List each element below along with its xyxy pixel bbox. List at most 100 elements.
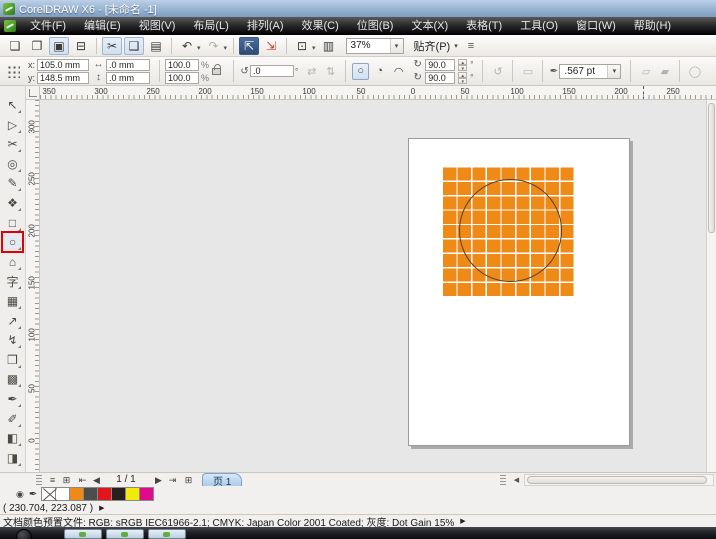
- horizontal-scrollbar[interactable]: [524, 474, 714, 486]
- menu-item-9[interactable]: 表格(T): [457, 17, 511, 35]
- spin-down-icon[interactable]: ▾: [458, 65, 467, 71]
- next-page-icon[interactable]: ▶: [152, 474, 165, 486]
- mirror-vertical-button[interactable]: ⇅: [322, 63, 339, 80]
- page-tab[interactable]: 页 1: [202, 473, 242, 487]
- ruler-origin[interactable]: [26, 86, 40, 100]
- vertical-ruler[interactable]: 300250200150100500: [26, 100, 40, 472]
- arc-mode-button[interactable]: ◠: [390, 63, 407, 80]
- save-button[interactable]: ▣: [49, 37, 69, 55]
- chevron-down-icon[interactable]: ▾: [312, 44, 316, 52]
- scale-x-field[interactable]: 100.0: [165, 59, 199, 71]
- spin-down-icon[interactable]: ▾: [458, 78, 467, 84]
- circle-shape[interactable]: [459, 179, 562, 282]
- export-button[interactable]: ⇲: [261, 37, 281, 55]
- eyedropper-tool[interactable]: ✒: [3, 390, 22, 408]
- interactive-fill-tool[interactable]: ◨: [3, 449, 22, 467]
- shape-tool[interactable]: ▷: [3, 116, 22, 134]
- open-button[interactable]: ❐: [27, 37, 47, 55]
- scale-y-field[interactable]: 100.0: [165, 72, 199, 84]
- mirror-horizontal-button[interactable]: ⇄: [303, 63, 320, 80]
- menu-item-7[interactable]: 位图(B): [348, 17, 403, 35]
- horizontal-scrollbar-thumb[interactable]: [527, 476, 707, 484]
- taskbar-app-button[interactable]: [106, 529, 144, 539]
- import-button[interactable]: ⇱: [239, 37, 259, 55]
- color-swatch-black[interactable]: [111, 487, 126, 501]
- corel-menu-icon[interactable]: [4, 20, 16, 32]
- start-angle-field[interactable]: 90.0: [425, 59, 455, 71]
- ellipse-tool[interactable]: ○: [3, 233, 22, 251]
- text-tool[interactable]: 字: [3, 272, 22, 290]
- menu-item-10[interactable]: 工具(O): [511, 17, 567, 35]
- cut-button[interactable]: ✂: [102, 37, 122, 55]
- redo-button[interactable]: ↷: [204, 37, 224, 55]
- y-position-field[interactable]: 148.5 mm: [37, 72, 89, 84]
- outline-pen-tool[interactable]: ✐: [3, 410, 22, 428]
- menu-item-12[interactable]: 帮助(H): [625, 17, 680, 35]
- dimension-tool[interactable]: ↗: [3, 312, 22, 330]
- freehand-tool[interactable]: ✎: [3, 174, 22, 192]
- add-page-icon[interactable]: ⊞: [60, 474, 73, 486]
- fill-tool[interactable]: ◧: [3, 429, 22, 447]
- paste-button[interactable]: ▤: [146, 37, 166, 55]
- connector-tool[interactable]: ↯: [3, 331, 22, 349]
- ellipse-mode-button[interactable]: ○: [352, 63, 369, 80]
- polygon-tool[interactable]: ⌂: [3, 253, 22, 271]
- table-tool[interactable]: ▦: [3, 292, 22, 310]
- change-direction-button[interactable]: ↺: [489, 63, 506, 80]
- flyout-arrow-icon[interactable]: ▶: [99, 504, 104, 512]
- undo-button[interactable]: ↶: [177, 37, 197, 55]
- color-swatch-magenta[interactable]: [139, 487, 154, 501]
- nav-flyout-icon[interactable]: ≡: [46, 474, 59, 486]
- snap-to-dropdown[interactable]: 贴齐(P) ▾: [414, 38, 458, 54]
- eyedropper-icon[interactable]: ✒: [29, 489, 37, 500]
- to-layer-button[interactable]: ▭: [519, 63, 536, 80]
- x-position-field[interactable]: 105.0 mm: [37, 59, 89, 71]
- transparency-tool[interactable]: ▩: [3, 370, 22, 388]
- menu-item-5[interactable]: 排列(A): [238, 17, 293, 35]
- last-page-icon[interactable]: ⇥: [166, 474, 179, 486]
- taskbar-app-button[interactable]: [148, 529, 186, 539]
- pie-mode-button[interactable]: ◔: [371, 63, 388, 80]
- horizontal-ruler[interactable]: 35030025020015010050050100150200250: [40, 86, 716, 100]
- outline-width-combo[interactable]: .567 pt ▾: [559, 64, 621, 79]
- color-swatch-no-color[interactable]: [41, 487, 56, 501]
- menu-item-8[interactable]: 文本(X): [402, 17, 457, 35]
- menu-item-6[interactable]: 效果(C): [293, 17, 348, 35]
- drawing-canvas[interactable]: [40, 100, 706, 472]
- chevron-down-icon[interactable]: ▾: [607, 65, 620, 78]
- print-button[interactable]: ⊟: [71, 37, 91, 55]
- pick-tool[interactable]: ↖: [3, 96, 22, 114]
- color-swatch-white[interactable]: [55, 487, 70, 501]
- previous-page-icon[interactable]: ◀: [90, 474, 103, 486]
- splitter-handle[interactable]: [500, 475, 506, 485]
- lock-ratio-icon[interactable]: [212, 68, 221, 75]
- end-angle-spinner[interactable]: ▴ ▾: [458, 72, 467, 84]
- behind-fill-button[interactable]: ▰: [656, 63, 673, 80]
- blend-tool[interactable]: ❒: [3, 351, 22, 369]
- menu-item-4[interactable]: 布局(L): [184, 17, 237, 35]
- taskbar-app-button[interactable]: [64, 529, 102, 539]
- zoom-level-combo[interactable]: 37% ▾: [346, 38, 404, 54]
- menu-item-2[interactable]: 编辑(E): [75, 17, 130, 35]
- crop-tool[interactable]: ✂: [3, 135, 22, 153]
- vertical-scrollbar-thumb[interactable]: [708, 103, 715, 233]
- end-angle-field[interactable]: 90.0: [425, 72, 455, 84]
- rectangle-tool[interactable]: □: [3, 214, 22, 232]
- options-button[interactable]: ≡: [468, 40, 474, 52]
- welcome-screen-button[interactable]: ▥: [319, 37, 339, 55]
- splitter-handle[interactable]: [36, 475, 42, 485]
- add-page-icon[interactable]: ⊞: [182, 474, 195, 486]
- chevron-down-icon[interactable]: ▾: [390, 39, 403, 53]
- vertical-scrollbar[interactable]: [706, 100, 716, 472]
- palette-options-icon[interactable]: ◉: [16, 489, 24, 500]
- scroll-left-icon[interactable]: ◀: [510, 474, 523, 486]
- copy-button[interactable]: ❑: [124, 37, 144, 55]
- start-angle-spinner[interactable]: ▴ ▾: [458, 59, 467, 71]
- flyout-arrow-icon[interactable]: ▶: [460, 517, 465, 525]
- smart-fill-tool[interactable]: ❖: [3, 194, 22, 212]
- color-swatch-red[interactable]: [97, 487, 112, 501]
- width-field[interactable]: .0 mm: [106, 59, 150, 71]
- first-page-icon[interactable]: ⇤: [76, 474, 89, 486]
- menu-item-3[interactable]: 视图(V): [130, 17, 185, 35]
- height-field[interactable]: .0 mm: [106, 72, 150, 84]
